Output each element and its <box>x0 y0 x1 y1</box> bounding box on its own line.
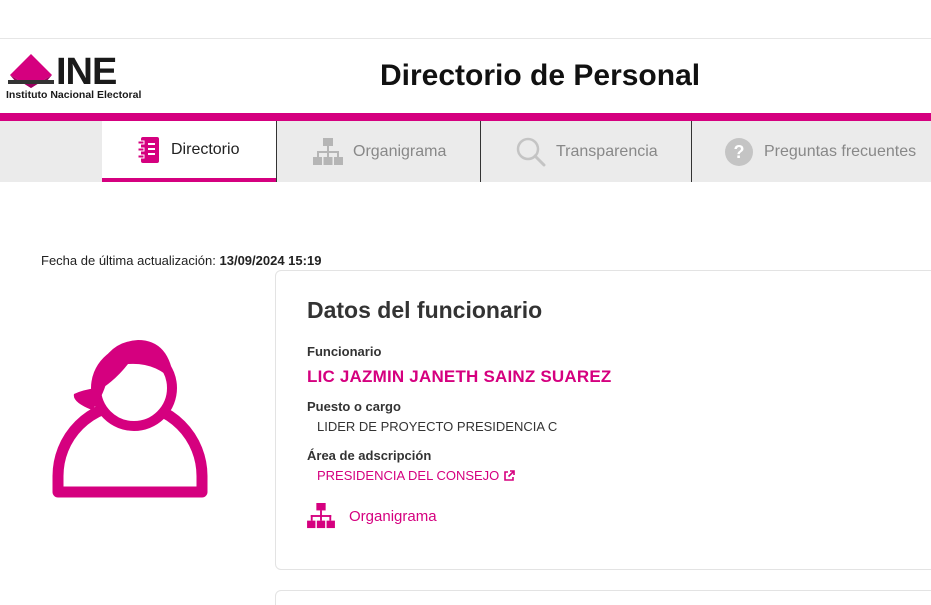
ballot-box-icon <box>8 54 54 88</box>
tab-label: Transparencia <box>556 142 658 160</box>
tab-label: Preguntas frecuentes <box>764 142 917 160</box>
tab-organigrama[interactable]: Organigrama <box>277 121 480 182</box>
area-label: Área de adscripción <box>307 448 432 463</box>
question-circle-icon: ? <box>725 137 753 166</box>
organigrama-link[interactable]: Organigrama <box>307 503 437 529</box>
official-card: Datos del funcionario Funcionario LIC JA… <box>275 270 931 570</box>
site-header: INE Instituto Nacional Electoral Directo… <box>0 39 931 113</box>
card-title: Datos del funcionario <box>307 297 543 323</box>
notebook-icon <box>137 136 159 163</box>
external-link-icon <box>504 469 516 481</box>
ine-logo[interactable]: INE Instituto Nacional Electoral <box>6 51 166 102</box>
header-accent-bar <box>0 113 931 121</box>
svg-text:?: ? <box>734 142 745 162</box>
tab-transparencia[interactable]: Transparencia <box>481 121 691 182</box>
last-updated-value: 13/09/2024 15:19 <box>219 253 322 268</box>
logo-text: INE <box>56 51 117 93</box>
org-chart-icon <box>307 503 335 529</box>
tab-directorio[interactable]: Directorio <box>102 121 276 182</box>
logo-subtitle: Instituto Nacional Electoral <box>6 89 142 101</box>
area-value: PRESIDENCIA DEL CONSEJO <box>317 468 500 483</box>
puesto-label: Puesto o cargo <box>307 399 401 414</box>
tab-label: Directorio <box>171 140 240 158</box>
funcionario-name: LIC JAZMIN JANETH SAINZ SUAREZ <box>307 367 612 386</box>
funcionario-label: Funcionario <box>307 344 382 359</box>
organigrama-link-label: Organigrama <box>349 507 437 525</box>
area-link[interactable]: PRESIDENCIA DEL CONSEJO <box>317 468 516 483</box>
last-updated: Fecha de última actualización: 13/09/202… <box>41 253 321 268</box>
tab-label: Organigrama <box>353 142 447 160</box>
secondary-card <box>275 590 931 605</box>
female-avatar-icon <box>52 340 208 498</box>
org-chart-icon <box>313 137 343 165</box>
search-icon <box>516 137 546 166</box>
puesto-value: LIDER DE PROYECTO PRESIDENCIA C <box>317 419 558 434</box>
main-tabs: Directorio Organigrama Transparencia ? P… <box>0 121 931 182</box>
page-title: Directorio de Personal <box>380 59 701 92</box>
last-updated-label: Fecha de última actualización: <box>41 253 216 268</box>
tab-preguntas-frecuentes[interactable]: ? Preguntas frecuentes <box>692 121 931 182</box>
